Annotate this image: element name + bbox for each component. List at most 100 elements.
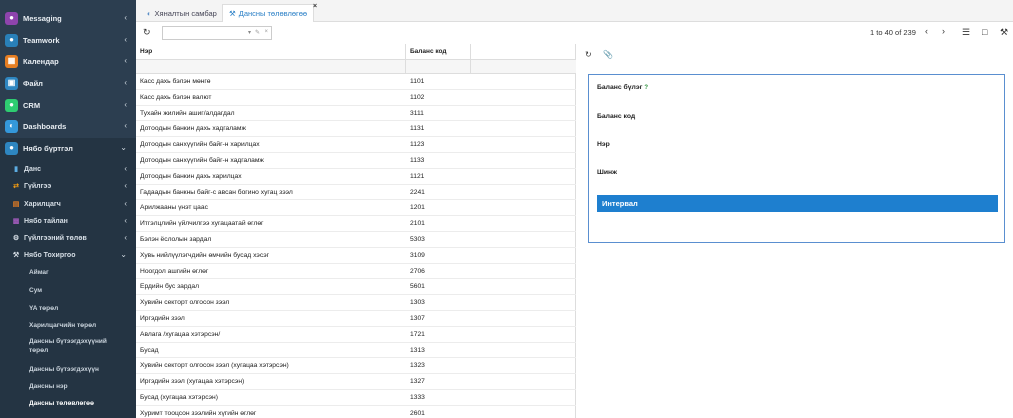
table-row[interactable]: Арилжааны үнэт цаас 1201 xyxy=(136,200,576,217)
calendar-icon: ▦ xyxy=(5,54,18,68)
sidebar-item-dashboards[interactable]: ◐ Dashboards ‹ xyxy=(0,116,136,136)
sidebar-item-crm[interactable]: ● CRM ‹ xyxy=(0,95,136,115)
submenu-label: Харилцагч xyxy=(24,200,61,208)
cell-code: 1201 xyxy=(410,204,425,212)
sidebar-leaf-account-product-type[interactable]: Дансны бүтээгдэхүүний төрөл xyxy=(0,337,118,355)
sidebar-submenu-account[interactable]: ▮ Данс ‹ xyxy=(0,160,136,178)
table-row[interactable]: Авлага /хугацаа хэтэрсэн/1721 xyxy=(136,327,576,343)
table-row[interactable]: Хувийн секторт олгосон зээл 1303 xyxy=(136,295,576,311)
field-attribute[interactable]: Шинж xyxy=(597,169,617,176)
close-icon[interactable]: × xyxy=(313,3,317,10)
sidebar-leaf-aimag[interactable]: Аймаг xyxy=(0,268,136,277)
pencil-icon[interactable]: ✎ xyxy=(255,29,260,36)
table-row[interactable]: Дотоодын санхүүгийн байг-н хадгаламж 1133 xyxy=(136,153,576,169)
table-row[interactable]: Тухайн жилийн ашиг/алдагдал 3111 xyxy=(136,106,576,122)
table-row[interactable]: Хувь нийлүүлэгчдийн өмчийн бусад хэсэг 31… xyxy=(136,248,576,264)
table-row[interactable]: Ноогдол ашгийн өглөг 2706 xyxy=(136,264,576,280)
grid-filter-row[interactable] xyxy=(136,60,576,74)
chevron-down-icon: ⌄ xyxy=(120,250,127,259)
user-icon: ● xyxy=(5,33,18,47)
table-row[interactable]: Бусад 1313 xyxy=(136,343,576,359)
sidebar-submenu-transactions[interactable]: ⇄ Гүйлгээ ‹ xyxy=(0,177,136,195)
table-row[interactable]: Дотоодын банкин дахь харилцах 1121 xyxy=(136,169,576,185)
people-icon: ● xyxy=(5,11,18,25)
cell-code: 1327 xyxy=(410,378,425,386)
table-row[interactable]: Итгэлцлийн үйлчилгээ хугацаатай өглөг 210… xyxy=(136,216,576,232)
cell-name: Хуримт тооцсон зээлийн хүгийн өглөг xyxy=(140,409,257,417)
sidebar-leaf-account-product[interactable]: Дансны бүтээгдэхүүн xyxy=(0,365,136,374)
refresh-icon[interactable]: ↻ xyxy=(585,50,592,59)
column-header-name[interactable]: Нэр xyxy=(140,48,152,55)
clear-icon[interactable]: × xyxy=(264,29,268,35)
wrench-icon[interactable]: ⚒ xyxy=(1000,27,1008,38)
chevron-left-icon: ‹ xyxy=(124,13,127,22)
attachment-icon[interactable]: 📎 xyxy=(603,50,613,59)
cell-name: Бусад xyxy=(140,346,159,354)
table-row[interactable]: Касс дахь бэлэн мөнгө 1101 xyxy=(136,74,576,90)
table-row[interactable]: Дотоодын санхүүгийн байг-н харилцах 1123 xyxy=(136,137,576,153)
tab-label: Дансны төлөвлөгөө xyxy=(238,9,308,18)
caret-down-icon[interactable]: ▾ xyxy=(248,29,251,36)
sidebar-submenu-partners[interactable]: ▤ Харилцагч ‹ xyxy=(0,195,136,213)
cell-code: 1133 xyxy=(410,156,425,164)
table-row[interactable]: Хувийн секторт олгосон зээл (хугацаа хэт… xyxy=(136,358,576,375)
cell-name: Дотоодын санхүүгийн байг-н хадгаламж xyxy=(140,156,264,164)
sidebar-leaf-sum[interactable]: Сум xyxy=(0,286,136,295)
cell-name: Касс дахь бэлэн валют xyxy=(140,93,212,101)
interval-section-header[interactable]: Интервал xyxy=(597,195,998,212)
submenu-label: Нябо тайлан xyxy=(24,217,68,225)
help-icon[interactable]: ? xyxy=(644,85,648,91)
sidebar-leaf-ya-type[interactable]: YA төрөл xyxy=(0,304,136,313)
table-row[interactable]: Иргэдийн зээл (хугацаа хэтэрсэн) 1327 xyxy=(136,374,576,390)
sidebar-leaf-partner-type[interactable]: Харилцагчийн төрөл xyxy=(0,321,136,330)
refresh-icon[interactable]: ↻ xyxy=(143,27,151,38)
chevron-left-icon: ‹ xyxy=(124,216,127,225)
sidebar-item-label: Календар xyxy=(23,56,59,66)
filter-input[interactable]: ▾ ✎ × xyxy=(162,26,272,40)
sidebar-submenu-settings[interactable]: ⚒ Нябо Тохиргоо ⌄ xyxy=(0,246,136,264)
chevron-right-icon[interactable]: › xyxy=(942,26,945,36)
table-row[interactable]: Бэлэн ёслолын зардал 5303 xyxy=(136,232,576,248)
sidebar-item-file[interactable]: ▣ Файл ‹ xyxy=(0,73,136,93)
cell-code: 1121 xyxy=(410,172,425,180)
cell-code: 2601 xyxy=(410,409,425,417)
sidebar-item-label: Файл xyxy=(23,78,43,88)
list-icon[interactable]: ☰ xyxy=(962,27,970,38)
table-row[interactable]: Ердийн бус зардал 5601 xyxy=(136,279,576,296)
sidebar-submenu-reports[interactable]: ▩ Нябо тайлан ‹ xyxy=(0,212,136,230)
cell-name: Ноогдол ашгийн өглөг xyxy=(140,267,209,275)
table-row[interactable]: Бусад (хугацаа хэтэрсэн) 1333 xyxy=(136,390,576,406)
table-row[interactable]: Иргэдийн зээл 1307 xyxy=(136,311,576,327)
cell-code: 1313 xyxy=(410,346,425,354)
document-icon[interactable]: □ xyxy=(982,27,987,37)
cell-name: Ердийн бус зардал xyxy=(140,283,199,291)
grid-header: Нэр Баланс код xyxy=(136,44,576,60)
table-row[interactable]: Касс дахь бэлэн валют 1102 xyxy=(136,90,576,106)
table-row[interactable]: Гадаадын банкны байг-с авсан богино хуга… xyxy=(136,185,576,201)
cell-code: 5303 xyxy=(410,235,425,243)
dashboard-icon: ◐ xyxy=(5,119,18,133)
sidebar-item-calendar[interactable]: ▦ Календар ‹ xyxy=(0,51,136,71)
wrench-icon: ⚒ xyxy=(229,9,236,18)
sidebar-item-messaging[interactable]: ● Messaging ‹ xyxy=(0,8,136,28)
field-name[interactable]: Нэр xyxy=(597,141,610,148)
sidebar-item-teamwork[interactable]: ● Teamwork ‹ xyxy=(0,30,136,50)
field-balance-code[interactable]: Баланс код xyxy=(597,113,635,120)
tab-account-plan[interactable]: ⚒ Дансны төлөвлөгөө × xyxy=(222,3,317,22)
cell-code: 2101 xyxy=(410,220,425,228)
sidebar-submenu-transaction-status[interactable]: ⚙ Гүйлгээний төлөв ‹ xyxy=(0,229,136,247)
cell-code: 1333 xyxy=(410,393,425,401)
tab-dashboard[interactable]: ◐ Хяналтын самбар xyxy=(141,4,223,22)
table-row[interactable]: Дотоодын банкин дахь хадгаламж 1131 xyxy=(136,121,576,138)
chevron-left-icon[interactable]: ‹ xyxy=(925,26,928,36)
chevron-down-icon: ⌄ xyxy=(120,143,127,152)
sidebar-leaf-account-name[interactable]: Дансны нэр xyxy=(0,382,136,391)
column-header-code[interactable]: Баланс код xyxy=(410,48,447,55)
sidebar-leaf-account-plan[interactable]: Дансны төлөвлөгөө xyxy=(0,399,136,408)
column-divider xyxy=(405,44,406,74)
sidebar-item-accounting[interactable]: ● Нябо бүртгэл ⌄ xyxy=(0,138,136,158)
sidebar-item-label: Dashboards xyxy=(23,121,67,131)
field-balance-group[interactable]: Баланс бүлэг? xyxy=(597,84,648,91)
table-row[interactable]: Хуримт тооцсон зээлийн хүгийн өглөг 2601 xyxy=(136,406,576,418)
cell-name: Итгэлцлийн үйлчилгээ хугацаатай өглөг xyxy=(140,220,264,228)
